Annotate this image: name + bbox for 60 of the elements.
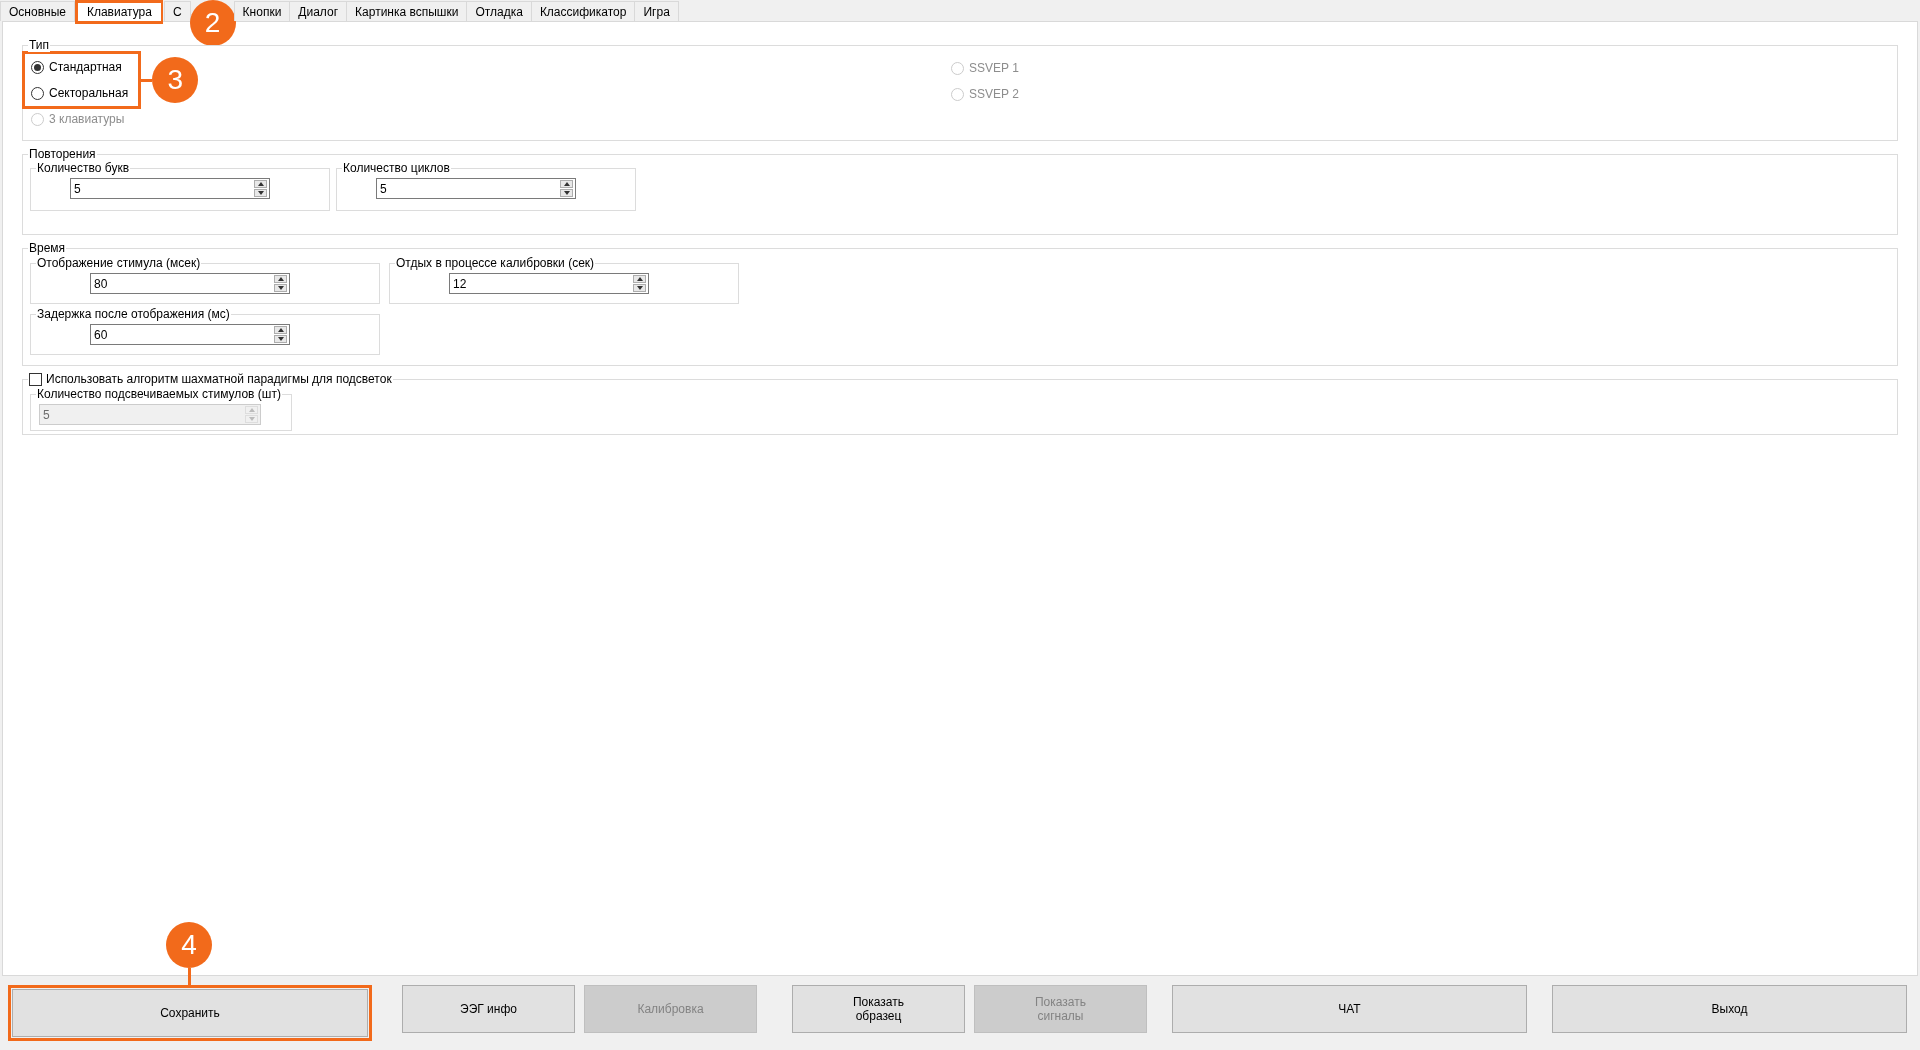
checkbox-label: Использовать алгоритм шахматной парадигмы для подсветок bbox=[46, 372, 392, 386]
number-field[interactable]: 12 bbox=[449, 273, 649, 294]
group-title: Повторения bbox=[29, 147, 96, 161]
radio-button[interactable] bbox=[31, 86, 44, 100]
action-button[interactable]: Выход bbox=[1552, 985, 1907, 1033]
up-arrow-icon bbox=[636, 277, 643, 281]
spin-up-button[interactable] bbox=[274, 275, 287, 283]
tab[interactable]: С bbox=[163, 1, 191, 21]
spin-down-button[interactable] bbox=[560, 189, 573, 197]
group-title: Количество букв bbox=[37, 161, 129, 175]
up-arrow-icon bbox=[257, 182, 264, 186]
spin-up-button[interactable] bbox=[254, 180, 267, 188]
spin-down-button[interactable] bbox=[274, 284, 287, 292]
radio-label: 3 клавиатуры bbox=[49, 112, 125, 126]
spin-up-button[interactable] bbox=[633, 275, 646, 283]
action-button[interactable]: Показать образец bbox=[792, 985, 965, 1033]
group-title: Тип bbox=[29, 38, 49, 52]
group-title: Отдых в процессе калибровки (сек) bbox=[396, 256, 595, 270]
radio-label: SSVEP 2 bbox=[969, 87, 1019, 101]
spin-down-button[interactable] bbox=[254, 189, 267, 197]
group-title: Задержка после отображения (мс) bbox=[37, 307, 230, 321]
tab[interactable]: Классификатор bbox=[530, 1, 636, 21]
group-title: Отображение стимула (мсек) bbox=[37, 256, 201, 270]
checkbox[interactable] bbox=[29, 372, 42, 386]
down-arrow-icon bbox=[563, 191, 570, 195]
radio-label: SSVEP 1 bbox=[969, 61, 1019, 75]
group-title: Время bbox=[29, 241, 66, 255]
radio-label: Секторальная bbox=[49, 86, 129, 100]
number-field[interactable]: 5 bbox=[70, 178, 270, 199]
tab[interactable]: Картинка вспышки bbox=[346, 1, 468, 21]
tab[interactable]: Основные bbox=[0, 1, 75, 21]
tab[interactable]: Отладка bbox=[466, 1, 532, 21]
down-arrow-icon bbox=[277, 286, 284, 290]
radio-button[interactable] bbox=[31, 60, 44, 74]
down-arrow-icon bbox=[636, 286, 643, 290]
spin-down-button[interactable] bbox=[633, 284, 646, 292]
tab[interactable]: Диалог bbox=[289, 1, 348, 21]
tab[interactable]: Кнопки bbox=[233, 1, 291, 21]
down-arrow-icon bbox=[257, 191, 264, 195]
up-arrow-icon bbox=[277, 328, 284, 332]
down-arrow-icon bbox=[277, 337, 284, 341]
up-arrow-icon bbox=[248, 408, 255, 412]
tab[interactable]: Клавиатура bbox=[77, 3, 161, 21]
tab[interactable]: Игра bbox=[634, 1, 679, 21]
group-title: Количество подсвечиваемых стимулов (шт) bbox=[37, 387, 281, 401]
action-button[interactable]: Сохранить bbox=[12, 989, 368, 1037]
number-field[interactable]: 60 bbox=[90, 324, 290, 345]
action-button[interactable]: ЭЭГ инфо bbox=[402, 985, 575, 1033]
up-arrow-icon bbox=[563, 182, 570, 186]
number-field[interactable]: 5 bbox=[376, 178, 576, 199]
down-arrow-icon bbox=[248, 417, 255, 421]
spin-down-button[interactable] bbox=[274, 335, 287, 343]
up-arrow-icon bbox=[277, 277, 284, 281]
action-button[interactable]: ЧАТ bbox=[1172, 985, 1527, 1033]
group-title: Количество циклов bbox=[343, 161, 450, 175]
callout-badge: 3 bbox=[152, 57, 199, 103]
spin-up-button[interactable] bbox=[560, 180, 573, 188]
number-field[interactable]: 80 bbox=[90, 273, 290, 294]
radio-label: Стандартная bbox=[49, 60, 122, 74]
spin-up-button[interactable] bbox=[274, 326, 287, 334]
